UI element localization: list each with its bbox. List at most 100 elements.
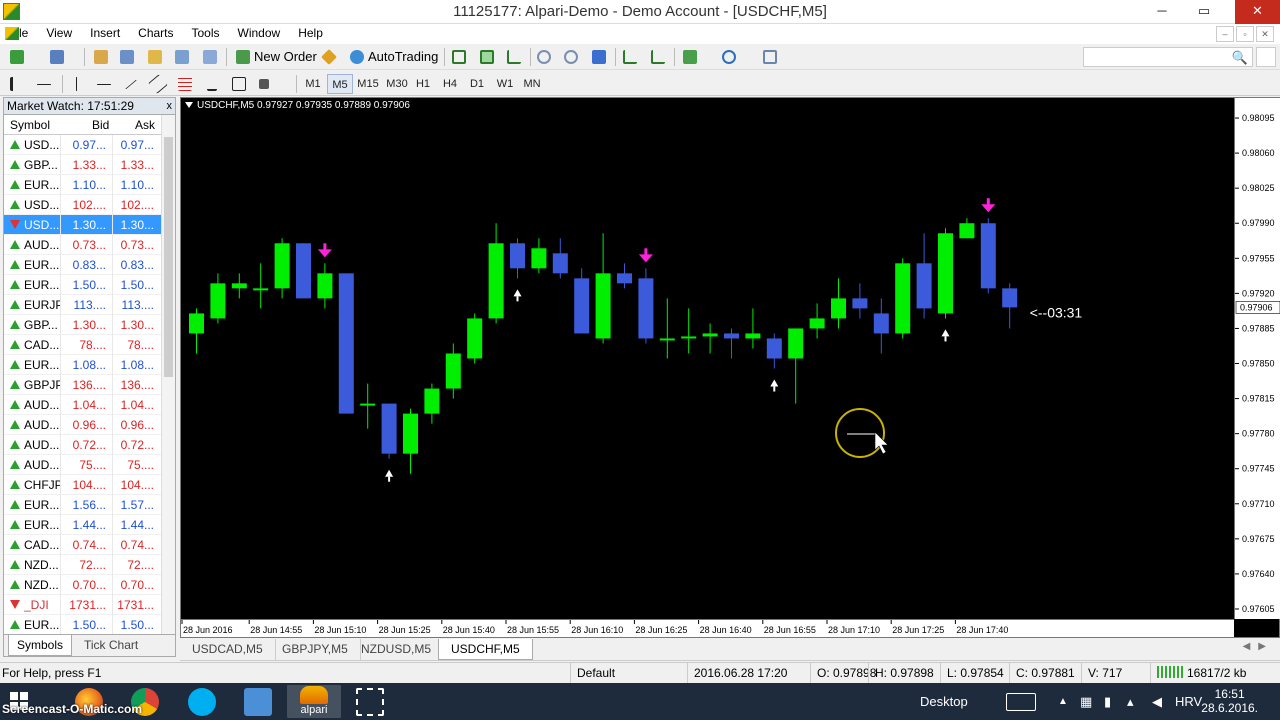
chart-window-icon[interactable] [5, 27, 19, 40]
desktop-toolbar[interactable]: Desktop [920, 683, 968, 720]
taskbar-skype[interactable] [175, 685, 229, 718]
templates-button[interactable] [759, 47, 793, 67]
price-axis[interactable]: 0.98095 0.98060 0.98025 0.97990 0.97955 0.979… [1234, 98, 1280, 619]
menu-tools[interactable]: Tools [183, 24, 229, 43]
fibonacci-tool[interactable] [174, 74, 196, 94]
market-watch-row[interactable]: GBP... 1.30... 1.30... [4, 315, 175, 335]
line-chart-button[interactable] [503, 47, 525, 67]
market-watch-row[interactable]: NZD... 0.70... 0.70... [4, 575, 175, 595]
timeframe-h4[interactable]: H4 [437, 74, 463, 94]
market-watch-row[interactable]: EUR... 1.50... 1.50... [4, 615, 175, 635]
market-watch-row[interactable]: AUD... 1.04... 1.04... [4, 395, 175, 415]
horizontal-line-tool[interactable] [93, 74, 115, 94]
zoom-out-button[interactable] [560, 47, 582, 67]
search-input[interactable]: 🔍 [1083, 47, 1253, 67]
market-watch-toggle[interactable] [90, 47, 112, 67]
market-watch-row[interactable]: USD... 0.97... 0.97... [4, 135, 175, 155]
chart-tab-nzdusd[interactable]: NZDUSD,M5 [349, 639, 445, 660]
chart-tab-usdcad[interactable]: USDCAD,M5 [180, 639, 276, 660]
market-watch-row[interactable]: CAD... 0.74... 0.74... [4, 535, 175, 555]
chart-tab-gbpjpy[interactable]: GBPJPY,M5 [270, 639, 361, 660]
column-bid[interactable]: Bid [92, 115, 109, 135]
market-watch-row[interactable]: EUR... 1.56... 1.57... [4, 495, 175, 515]
menu-insert[interactable]: Insert [81, 24, 129, 43]
timeframe-m5[interactable]: M5 [327, 74, 353, 94]
market-watch-row[interactable]: EUR... 1.44... 1.44... [4, 515, 175, 535]
battery-icon[interactable]: ▮ [1104, 683, 1111, 720]
mdi-restore-button[interactable]: ▫ [1236, 26, 1254, 42]
trendline-tool[interactable] [120, 74, 142, 94]
timeframe-m15[interactable]: M15 [354, 74, 382, 94]
tile-windows-button[interactable] [588, 47, 610, 67]
navigator-toggle[interactable] [144, 47, 166, 67]
mdi-close-button[interactable]: ✕ [1256, 26, 1274, 42]
zoom-in-button[interactable] [533, 47, 555, 67]
taskbar-control-panel[interactable] [231, 685, 285, 718]
taskbar-alpari[interactable]: alpari [287, 685, 341, 718]
equidistant-channel-tool[interactable] [147, 74, 169, 94]
keyboard-icon[interactable] [1006, 693, 1036, 711]
chart-menu-triangle-icon[interactable] [185, 102, 193, 108]
vertical-line-tool[interactable] [66, 74, 88, 94]
market-watch-row[interactable]: EUR... 1.08... 1.08... [4, 355, 175, 375]
market-watch-row[interactable]: USD... 1.30... 1.30... [4, 215, 175, 235]
text-label-tool[interactable] [228, 74, 250, 94]
market-watch-row[interactable]: USD... 102.... 102.... [4, 195, 175, 215]
menu-window[interactable]: Window [229, 24, 290, 43]
market-watch-row[interactable]: EURJPY113....113.... [4, 295, 175, 315]
profiles-button[interactable] [46, 47, 68, 67]
market-watch-row[interactable]: GBPJPY136....136.... [4, 375, 175, 395]
bar-chart-button[interactable] [448, 47, 470, 67]
timeframe-d1[interactable]: D1 [464, 74, 490, 94]
language-indicator[interactable]: HRV [1175, 683, 1202, 720]
market-watch-row[interactable]: AUD... 75.... 75.... [4, 455, 175, 475]
tray-chevron-icon[interactable]: ▲ [1058, 683, 1068, 720]
search-options-button[interactable] [1256, 47, 1276, 67]
arrows-tool[interactable] [255, 74, 289, 94]
market-watch-scrollbar[interactable] [161, 115, 175, 635]
tab-symbols[interactable]: Symbols [8, 635, 73, 656]
time-axis[interactable]: 28 Jun 2016 28 Jun 14:55 28 Jun 15:10 28 Ju… [181, 619, 1234, 637]
chart-tab-scroll-arrows[interactable]: ◀▶ [1243, 641, 1274, 652]
timeframe-h1[interactable]: H1 [410, 74, 436, 94]
periods-button[interactable] [718, 47, 752, 67]
metaeditor-button[interactable] [318, 47, 340, 67]
timeframe-m30[interactable]: M30 [383, 74, 411, 94]
market-watch-row[interactable]: _DJI 1731... 1731... [4, 595, 175, 615]
autotrading-button[interactable]: AutoTrading [346, 47, 444, 67]
market-watch-row[interactable]: EUR... 1.10... 1.10... [4, 175, 175, 195]
column-ask[interactable]: Ask [135, 115, 155, 135]
maximize-button[interactable]: ▭ [1190, 0, 1218, 24]
terminal-toggle[interactable] [171, 47, 193, 67]
volume-icon[interactable]: ◀ [1152, 683, 1162, 720]
candlestick-button[interactable] [476, 47, 498, 67]
timeframe-m1[interactable]: M1 [300, 74, 326, 94]
scrollbar-thumb[interactable] [164, 137, 173, 377]
new-chart-button[interactable] [6, 47, 28, 67]
menu-help[interactable]: Help [289, 24, 332, 43]
mdi-minimize-button[interactable]: ‒ [1216, 26, 1234, 42]
market-watch-row[interactable]: GBP... 1.33... 1.33... [4, 155, 175, 175]
chart-shift-button[interactable] [647, 47, 669, 67]
market-watch-close-button[interactable]: x [167, 98, 173, 114]
menu-view[interactable]: View [37, 24, 81, 43]
market-watch-row[interactable]: AUD... 0.72... 0.72... [4, 435, 175, 455]
timeframe-mn[interactable]: MN [519, 74, 545, 94]
taskbar-screencast[interactable] [343, 685, 397, 718]
tab-tick-chart[interactable]: Tick Chart [76, 635, 146, 656]
close-button[interactable]: ✕ [1235, 0, 1280, 24]
menu-charts[interactable]: Charts [129, 24, 182, 43]
signal-icon[interactable]: ▴ [1127, 683, 1134, 720]
market-watch-row[interactable]: NZD... 72.... 72.... [4, 555, 175, 575]
cursor-tool[interactable] [6, 74, 28, 94]
network-icon[interactable]: ▦ [1080, 683, 1092, 720]
market-watch-row[interactable]: CHFJPY104....104.... [4, 475, 175, 495]
data-window-toggle[interactable] [116, 47, 138, 67]
crosshair-tool[interactable] [33, 74, 55, 94]
taskbar-clock[interactable]: 16:51 28.6.2016. [1201, 687, 1258, 715]
autoscroll-button[interactable] [619, 47, 641, 67]
market-watch-row[interactable]: AUD... 0.96... 0.96... [4, 415, 175, 435]
text-tool[interactable] [201, 74, 223, 94]
minimize-button[interactable]: ─ [1148, 0, 1176, 24]
search-icon[interactable]: 🔍 [1232, 50, 1248, 66]
